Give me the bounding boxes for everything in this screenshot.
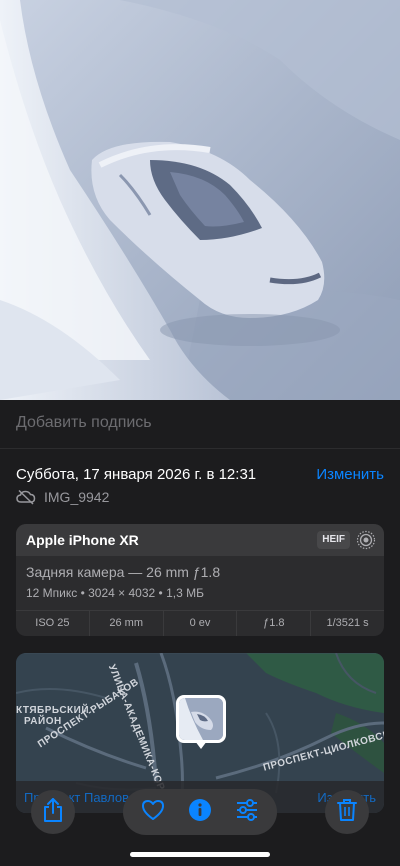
exif-shutter-speed: 1/3521 s (326, 617, 369, 629)
live-photo-icon[interactable] (356, 530, 376, 555)
heart-icon (141, 799, 165, 826)
action-toolbar (123, 789, 277, 835)
caption-input[interactable]: Добавить подпись (16, 414, 152, 432)
adjust-button[interactable] (227, 792, 267, 832)
cloud-slash-icon (16, 489, 36, 505)
format-badge: HEIF (317, 531, 350, 549)
image-specs: 12 Мпикс • 3024 × 4032 • 1,3 МБ (26, 586, 204, 600)
lens-info: Задняя камера — 26 mm ƒ1.8 (26, 564, 221, 580)
favorite-button[interactable] (133, 792, 173, 832)
device-card: Apple iPhone XR HEIF Задняя камера — 26 … (16, 524, 384, 636)
file-info: IMG_9942 (16, 489, 109, 505)
exif-aperture: ƒ1.8 (237, 611, 312, 636)
home-indicator[interactable] (130, 852, 270, 857)
trash-icon (336, 798, 358, 827)
share-button[interactable] (31, 790, 75, 834)
info-button[interactable] (180, 792, 220, 832)
device-name: Apple iPhone XR (26, 532, 139, 548)
map-photo-pin[interactable] (176, 695, 226, 749)
divider (0, 448, 400, 449)
info-icon (188, 798, 212, 827)
share-icon (42, 797, 64, 828)
date-time: Суббота, 17 января 2026 г. в 12:31 (16, 466, 257, 483)
exif-row: ISO 25 26 mm 0 ev ƒ1.8 1/3521 s (16, 611, 384, 636)
device-header: Apple iPhone XR HEIF (16, 524, 384, 556)
photo-view[interactable] (0, 0, 400, 400)
delete-button[interactable] (325, 790, 369, 834)
edit-date-button[interactable]: Изменить (316, 466, 384, 483)
file-name: IMG_9942 (44, 489, 110, 505)
snow-car-image (0, 0, 400, 400)
exif-exposure-bias: 0 ev (164, 611, 238, 636)
exif-focal-length: 26 mm (90, 611, 164, 636)
photo-thumbnail (179, 698, 223, 740)
sliders-icon (235, 798, 259, 826)
exif-iso: ISO 25 (16, 611, 90, 636)
